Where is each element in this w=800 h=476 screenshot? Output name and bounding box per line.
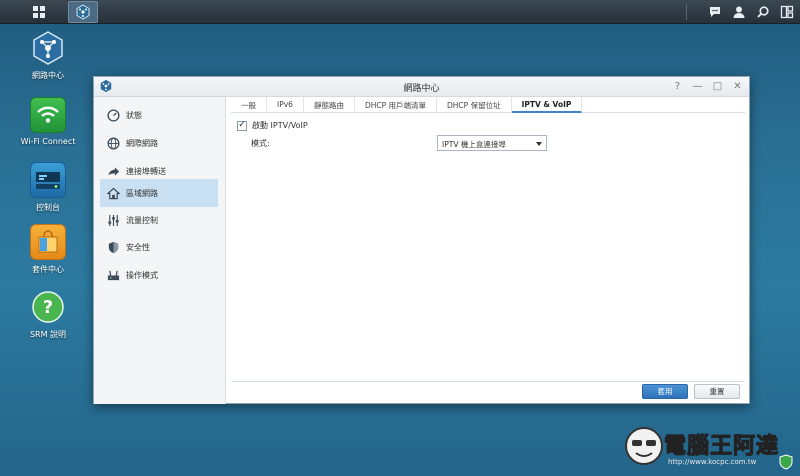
taskbar-network-center-button[interactable] [68,1,98,23]
desktop-icon-package-center[interactable]: 套件中心 [8,224,88,275]
chat-bubble-icon [710,7,720,17]
chevron-down-icon [536,142,542,146]
reset-button[interactable]: 重置 [694,384,740,399]
shield-icon [106,240,120,254]
gauge-icon [106,108,120,122]
sidebar-item-security[interactable]: 安全性 [100,234,218,260]
desktop-icon-label: 控制台 [36,203,60,212]
desktop-icon-wifi-connect[interactable]: Wi-Fi Connect [8,97,88,146]
desktop-icon-srm-help[interactable]: ? SRM 說明 [8,289,88,340]
tab-general[interactable]: 一般 [231,97,267,113]
mode-label: 模式: [251,139,270,148]
window-titlebar[interactable]: 網路中心 ? — □ ✕ [94,77,749,97]
sidebar-item-status[interactable]: 狀態 [100,102,218,128]
apply-button[interactable]: 套用 [642,384,688,399]
desktop-icon-control-panel[interactable]: 控制台 [8,162,88,213]
user-button[interactable] [730,2,748,22]
watermark: 電腦王阿達 http://www.kocpc.com.tw [624,424,794,472]
watermark-url: http://www.kocpc.com.tw [668,458,757,466]
network-hub-icon [76,4,90,20]
sidebar-item-label: 流量控制 [126,215,158,225]
sidebar-item-label: 操作模式 [126,270,158,280]
main-menu-button[interactable] [24,1,54,23]
shield-badge-icon [779,454,793,470]
help-icon: ? [30,289,66,325]
tab-iptv-voip[interactable]: IPTV & VoIP [511,97,583,113]
svg-text:?: ? [43,297,53,318]
sidebar: 狀態 網際網路 連接埠轉送 區域網路 流量控制 安全性 操作模式 [94,97,226,404]
mode-select[interactable]: IPTV 機上盒連接埠 [437,135,547,151]
main-content: 一般 IPv6 靜態路由 DHCP 用戶端清單 DHCP 保留位址 IPTV &… [227,97,750,404]
shopping-bag-icon [30,224,66,260]
desktop-icon-label: 套件中心 [32,265,64,274]
close-button[interactable]: ✕ [732,80,743,93]
tab-ipv6[interactable]: IPv6 [267,97,304,113]
sidebar-item-traffic-control[interactable]: 流量控制 [100,207,218,233]
maximize-button[interactable]: □ [712,80,723,93]
window-title: 網路中心 [403,84,440,94]
desktop-icon-label: 網路中心 [32,71,64,80]
sidebar-item-label: 安全性 [126,242,150,252]
desktop-icon-label: SRM 說明 [29,330,67,339]
sidebar-item-label: 連接埠轉送 [126,166,166,176]
mode-select-value: IPTV 機上盒連接埠 [442,140,506,149]
sidebar-item-operation-mode[interactable]: 操作模式 [100,262,218,288]
grid-icon [33,6,45,18]
sliders-icon [106,213,120,227]
sidebar-item-label: 狀態 [126,110,142,120]
user-icon [733,6,745,18]
sidebar-item-label: 網際網路 [126,138,158,148]
network-center-window: 網路中心 ? — □ ✕ 狀態 網際網路 連接埠轉送 區域網路 流量控制 安全性… [93,76,750,404]
search-button[interactable] [754,2,772,22]
network-center-icon [30,30,66,66]
tab-dhcp-client-list[interactable]: DHCP 用戶端清單 [355,97,438,113]
enable-iptv-row: ✓ 啟動 IPTV/VoIP [237,120,308,131]
tab-dhcp-reservation[interactable]: DHCP 保留位址 [437,97,512,113]
sidebar-item-label: 區域網路 [126,188,158,198]
arrow-forward-icon [106,164,120,178]
sidebar-item-local-network[interactable]: 區域網路 [100,179,218,207]
router-icon [106,268,120,282]
enable-iptv-checkbox[interactable]: ✓ [237,120,247,131]
control-panel-icon [30,162,66,198]
enable-iptv-label: 啟動 IPTV/VoIP [252,121,308,130]
globe-icon [106,136,120,150]
widgets-button[interactable] [778,2,796,22]
mascot-logo [625,427,663,465]
widgets-icon [780,5,794,19]
watermark-text: 電腦王阿達 [663,434,780,460]
wifi-icon [30,97,66,133]
desktop-icon-label: Wi-Fi Connect [20,137,76,146]
taskbar [0,0,800,24]
sidebar-item-internet[interactable]: 網際網路 [100,130,218,156]
search-icon [757,6,769,18]
footer-divider [231,381,745,382]
chat-button[interactable] [706,2,724,22]
desktop-icon-network-center[interactable]: 網路中心 [8,30,88,81]
tab-bar: 一般 IPv6 靜態路由 DHCP 用戶端清單 DHCP 保留位址 IPTV &… [231,97,745,113]
help-button[interactable]: ? [672,80,683,93]
minimize-button[interactable]: — [692,80,703,93]
taskbar-separator [686,4,687,20]
tab-static-route[interactable]: 靜態路由 [304,97,355,113]
home-network-icon [106,186,120,200]
